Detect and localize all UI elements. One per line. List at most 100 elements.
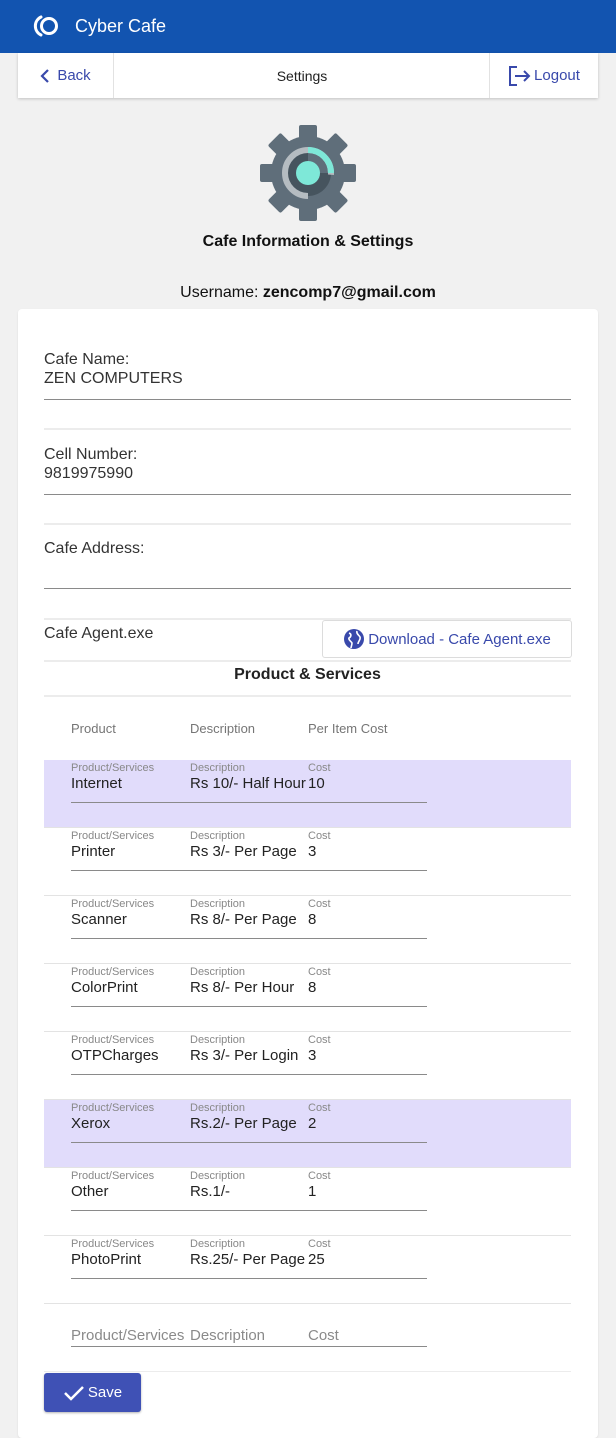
cafe-name-label: Cafe Name: [44,351,130,368]
cost-input[interactable]: Cost 8 [308,964,426,1032]
product-value: PhotoPrint [71,1251,142,1268]
product-field-label: Product/Services [71,1034,155,1046]
description-value: Rs 8/- Per Hour [190,979,295,996]
description-input[interactable]: Description Rs 10/- Half Hour [190,760,307,828]
cost-input[interactable]: Cost 1 [308,1168,426,1236]
product-field-label: Product/Services [71,966,155,978]
top-toolbar: Back Settings Logout [18,53,598,98]
product-field-label: Product/Services [71,762,155,774]
description-field-label: Description [190,1102,246,1114]
cell-number-label: Cell Number: [44,446,138,463]
cafe-name-value: ZEN COMPUTERS [44,370,183,387]
divider [44,660,571,662]
description-input[interactable]: Description Rs.1/- [190,1168,307,1236]
cafe-address-label: Cafe Address: [44,540,145,557]
product-field-label: Product/Services [71,1238,155,1250]
description-value: Rs 3/- Per Login [190,1047,299,1064]
cost-input[interactable]: Cost 2 [308,1100,426,1168]
description-input[interactable]: Description Rs.25/- Per Page [190,1236,307,1304]
row-underline [71,1278,427,1279]
cafe-name-underline [44,399,571,400]
product-value: Xerox [71,1115,111,1132]
cell-number-underline [44,494,571,495]
divider [44,1371,571,1372]
new-cost-input[interactable]: Cost [308,1327,339,1344]
description-value: Rs.2/- Per Page [190,1115,297,1132]
app-title: Cyber Cafe [75,16,167,36]
product-value: OTPCharges [71,1047,159,1064]
row-underline [71,1142,427,1143]
description-input[interactable]: Description Rs.2/- Per Page [190,1100,307,1168]
product-value: Other [71,1183,109,1200]
product-field-label: Product/Services [71,898,155,910]
cell-number-field[interactable]: Cell Number: 9819975990 [44,445,571,483]
product-value: Printer [71,843,116,860]
description-value: Rs.25/- Per Page [190,1251,306,1268]
product-input[interactable]: Product/Services Xerox [71,1100,189,1168]
cost-field-label: Cost [308,830,331,842]
chevron-left-icon [40,68,50,83]
cost-input[interactable]: Cost 8 [308,896,426,964]
product-value: Internet [71,775,122,792]
toolbar-title: Settings [276,67,328,84]
description-field-label: Description [190,966,246,978]
cost-value: 3 [308,1047,317,1064]
cost-input[interactable]: Cost 10 [308,760,426,828]
new-product-input[interactable]: Product/Services [71,1327,184,1344]
new-row-underline [71,1346,427,1347]
description-field-label: Description [190,898,246,910]
product-row: Product/Services PhotoPrint Description Rs.… [44,1236,571,1304]
cafe-address-field[interactable]: Cafe Address: [44,539,571,558]
cost-field-label: Cost [308,898,331,910]
page-heading: Cafe Information & Settings [202,233,414,250]
settings-gear-icon [260,125,356,221]
cost-field-label: Cost [308,1238,331,1250]
cost-input[interactable]: Cost 3 [308,828,426,896]
logout-button[interactable]: Logout [489,53,598,98]
new-description-input[interactable]: Description [190,1327,265,1344]
product-input[interactable]: Product/Services OTPCharges [71,1032,189,1100]
cost-value: 3 [308,843,317,860]
product-input[interactable]: Product/Services PhotoPrint [71,1236,189,1304]
cafe-address-underline [44,588,571,589]
username-line: Username: zencomp7@gmail.com [0,284,616,302]
product-field-label: Product/Services [71,1102,155,1114]
product-value: Scanner [71,911,127,928]
row-underline [71,802,427,803]
product-input[interactable]: Product/Services Other [71,1168,189,1236]
description-input[interactable]: Description Rs 3/- Per Login [190,1032,307,1100]
product-input[interactable]: Product/Services Internet [71,760,189,828]
row-underline [71,870,427,871]
settings-card: Cafe Name: ZEN COMPUTERS Cell Number: 98… [18,309,598,1438]
cafe-name-field[interactable]: Cafe Name: ZEN COMPUTERS [44,350,571,388]
product-row: Product/Services Other Description Rs.1/- Co… [44,1168,571,1236]
product-field-label: Product/Services [71,830,155,842]
description-value: Rs 3/- Per Page [190,843,297,860]
description-value: Rs 8/- Per Page [190,911,297,928]
username-value: zencomp7@gmail.com [262,284,436,301]
back-button[interactable]: Back [18,53,114,98]
cost-value: 25 [308,1251,325,1268]
product-input[interactable]: Product/Services ColorPrint [71,964,189,1032]
description-input[interactable]: Description Rs 3/- Per Page [190,828,307,896]
product-input[interactable]: Product/Services Printer [71,828,189,896]
cost-value: 8 [308,911,317,928]
description-field-label: Description [190,1170,246,1182]
cost-input[interactable]: Cost 25 [308,1236,426,1304]
description-input[interactable]: Description Rs 8/- Per Page [190,896,307,964]
cost-input[interactable]: Cost 3 [308,1032,426,1100]
username-label: Username: [180,284,259,301]
cost-field-label: Cost [308,1170,331,1182]
save-label: Save [87,1384,123,1401]
download-agent-button[interactable]: Download - Cafe Agent.exe [322,620,572,658]
row-underline [71,1006,427,1007]
cell-number-value: 9819975990 [44,465,133,482]
product-row: Product/Services OTPCharges Description Rs … [44,1032,571,1100]
description-input[interactable]: Description Rs 8/- Per Hour [190,964,307,1032]
cost-field-label: Cost [308,1102,331,1114]
products-section-title: Product & Services [234,666,381,683]
cost-value: 2 [308,1115,317,1132]
product-input[interactable]: Product/Services Scanner [71,896,189,964]
save-button[interactable]: Save [44,1373,141,1412]
product-row: Product/Services Internet Description Rs 10… [44,760,571,828]
